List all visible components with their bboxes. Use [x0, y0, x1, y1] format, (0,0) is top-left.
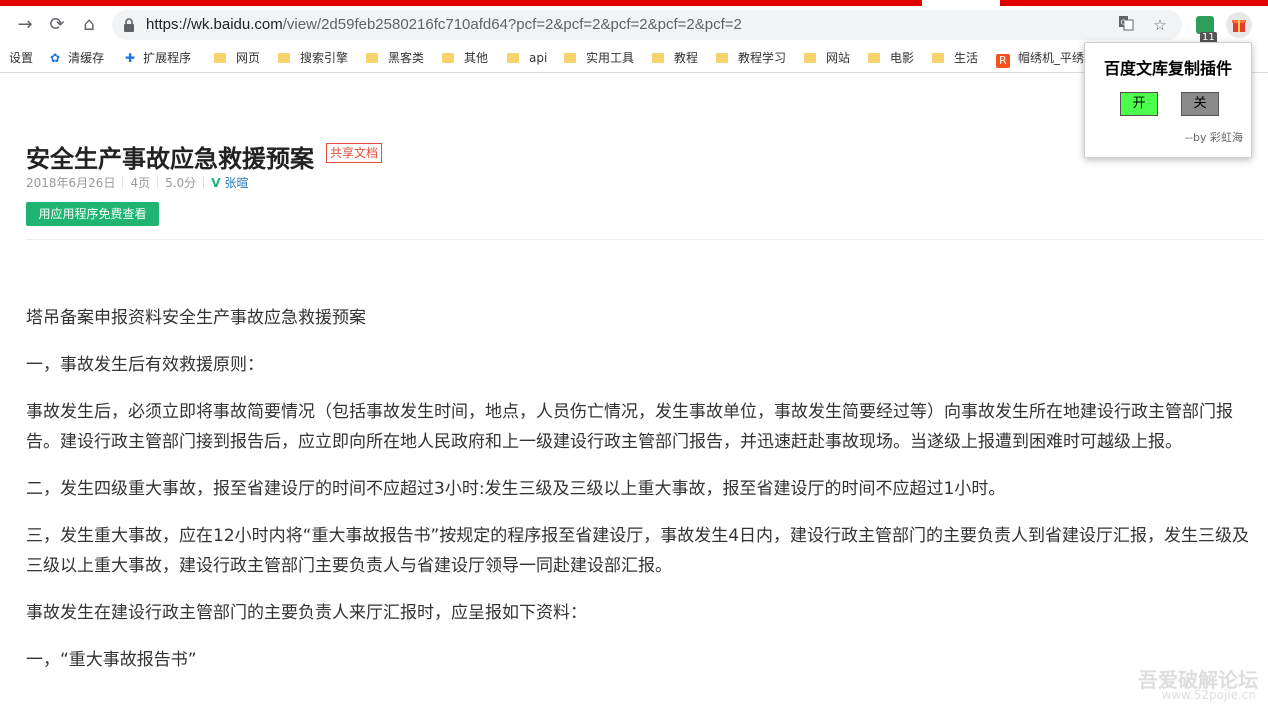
bookmark-label: 清缓存 — [68, 51, 105, 65]
verified-icon: V — [211, 176, 221, 190]
bookmark-label: 黑客类 — [388, 51, 425, 65]
bookmark-folder[interactable]: 搜索引擎 — [278, 50, 348, 66]
disable-button[interactable]: 关 — [1181, 92, 1219, 116]
folder-icon — [564, 53, 576, 63]
document-pages: 4页 — [130, 176, 151, 190]
bookmark-item[interactable]: ✿ 清缓存 — [50, 50, 104, 66]
document-paragraph: 塔吊备案申报资料安全生产事故应急救援预案 — [26, 308, 366, 328]
bookmark-folder[interactable]: 实用工具 — [564, 50, 634, 66]
bookmark-label: 生活 — [954, 51, 979, 65]
bookmark-item[interactable]: 设置 — [9, 50, 33, 66]
lock-icon[interactable] — [123, 17, 135, 33]
svg-text:G: G — [1121, 19, 1126, 27]
document-meta: 2018年6月26日 4页 5.0分 V 张暄 — [26, 175, 249, 191]
folder-icon — [804, 53, 816, 63]
folder-icon — [652, 53, 664, 63]
watermark-url: www.52pojie.cn — [1161, 688, 1256, 702]
bookmark-label: api — [529, 51, 548, 65]
bookmark-item[interactable]: ✚ 扩展程序 — [125, 50, 191, 66]
meta-divider — [203, 176, 205, 188]
document-paragraph: 一，事故发生后有效救援原则： — [26, 355, 264, 375]
bookmark-label: 教程学习 — [738, 51, 787, 65]
bookmark-label: 网页 — [236, 51, 261, 65]
document-author[interactable]: 张暄 — [224, 176, 248, 190]
folder-icon — [716, 53, 728, 63]
share-tag: 共享文档 — [326, 143, 383, 163]
bookmark-folder[interactable]: 其他 — [442, 50, 488, 66]
enable-button[interactable]: 开 — [1120, 92, 1158, 116]
url-text[interactable]: https://wk.baidu.com/view/2d59feb2580216… — [146, 16, 742, 33]
bookmark-label: 教程 — [674, 51, 699, 65]
bookmark-label: 网站 — [826, 51, 851, 65]
bookmark-label: 搜索引擎 — [300, 51, 349, 65]
bookmark-label: 帽绣机_平绣 — [1018, 51, 1085, 65]
meta-divider — [122, 176, 124, 188]
document-paragraph: 二，发生四级重大事故，报至省建设厅的时间不应超过3小时:发生三级及三级以上重大事… — [26, 479, 1006, 499]
folder-icon — [278, 53, 290, 63]
gear-icon: ✿ — [50, 51, 61, 65]
address-bar[interactable]: https://wk.baidu.com/view/2d59feb2580216… — [112, 10, 1182, 40]
url-path: /view/2d59feb2580216fc710afd64?pcf=2&pcf… — [282, 16, 742, 33]
folder-icon — [366, 53, 378, 63]
document-paragraph: 事故发生后，必须立即将事故简要情况（包括事故发生时间，地点，人员伤亡情况，发生事… — [26, 402, 1233, 452]
bookmark-folder[interactable]: 教程学习 — [716, 50, 786, 66]
document-score: 5.0分 — [165, 176, 197, 190]
popup-byline: --by 彩虹海 — [1185, 131, 1243, 144]
bookmark-folder[interactable]: 黑客类 — [366, 50, 424, 66]
folder-icon — [507, 53, 519, 63]
url-host: https://wk.baidu.com — [146, 16, 283, 33]
bookmark-folder[interactable]: 电影 — [868, 50, 914, 66]
browser-toolbar: → ⟳ ⌂ https://wk.baidu.com/view/2d59feb2… — [0, 6, 1268, 44]
bookmark-folder[interactable]: 网页 — [214, 50, 260, 66]
extension-gift-button[interactable] — [1226, 12, 1252, 38]
home-icon[interactable]: ⌂ — [78, 14, 100, 36]
document-body: 塔吊备案申报资料安全生产事故应急救援预案 一，事故发生后有效救援原则： 事故发生… — [26, 303, 1258, 692]
puzzle-icon: ✚ — [125, 51, 136, 65]
document-paragraph: 一，“重大事故报告书” — [26, 650, 197, 670]
forward-icon[interactable]: → — [14, 14, 36, 36]
copy-plugin-popup: 百度文库复制插件 开 关 --by 彩虹海 — [1084, 42, 1252, 158]
document-title: 安全生产事故应急救援预案 — [26, 145, 314, 173]
star-icon[interactable]: ☆ — [1150, 15, 1170, 35]
folder-icon — [868, 53, 880, 63]
bookmark-folder[interactable]: 教程 — [652, 50, 698, 66]
translate-icon[interactable]: G — [1116, 15, 1136, 35]
bookmark-label: 设置 — [9, 51, 34, 65]
gift-icon — [1232, 20, 1246, 32]
folder-icon — [932, 53, 944, 63]
bookmark-item[interactable]: R 帽绣机_平绣 — [996, 50, 1085, 68]
bookmarks-bar: 设置 ✿ 清缓存 ✚ 扩展程序 网页 搜索引擎 黑客类 其他 api 实用工具 教程… — [0, 44, 1268, 73]
bookmark-label: 扩展程序 — [143, 51, 192, 65]
folder-icon — [214, 53, 226, 63]
document-paragraph: 事故发生在建设行政主管部门的主要负责人来厅汇报时，应呈报如下资料： — [26, 603, 587, 623]
meta-divider — [157, 176, 159, 188]
bookmark-folder[interactable]: 生活 — [932, 50, 978, 66]
popup-title: 百度文库复制插件 — [1103, 59, 1232, 78]
bookmark-label: 电影 — [890, 51, 915, 65]
folder-icon — [442, 53, 454, 63]
document-date: 2018年6月26日 — [26, 176, 116, 190]
open-in-app-button[interactable]: 用应用程序免费查看 — [26, 202, 159, 226]
bookmark-folder[interactable]: api — [507, 50, 547, 66]
rss-icon: R — [996, 54, 1010, 68]
bookmark-folder[interactable]: 网站 — [804, 50, 850, 66]
header-divider — [26, 239, 1264, 240]
bookmark-label: 其他 — [464, 51, 489, 65]
reload-icon[interactable]: ⟳ — [46, 14, 68, 36]
document-paragraph: 三，发生重大事故，应在12小时内将“重大事故报告书”按规定的程序报至省建设厅，事… — [26, 526, 1250, 576]
bookmark-label: 实用工具 — [586, 51, 635, 65]
